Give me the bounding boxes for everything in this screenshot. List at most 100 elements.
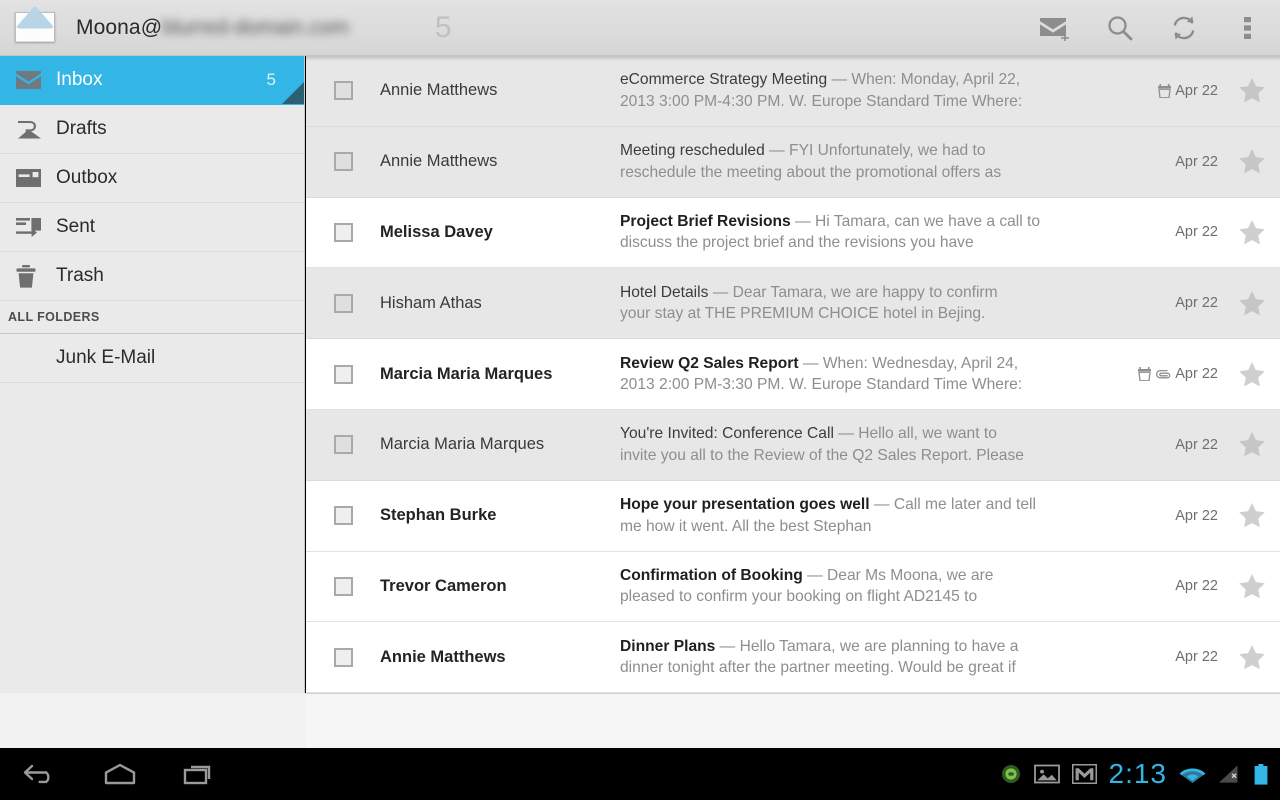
message-subject-line: You're Invited: Conference Call — Hello … [620,423,1092,445]
sidebar-empty-area [0,693,306,748]
star-icon [1239,149,1265,174]
sidebar-item-label: Sent [56,216,96,237]
compose-mail-icon [1040,17,1069,41]
star-icon [1239,78,1265,103]
compose-button[interactable] [1024,0,1088,56]
star-icon [1239,573,1265,599]
table-row[interactable]: Annie Matthews Meeting rescheduled — FYI… [306,126,1280,198]
select-checkbox[interactable] [306,506,380,526]
status-tray[interactable]: 2:13 [1000,760,1280,788]
sidebar-item-drafts[interactable]: Drafts [0,105,304,154]
message-sender: Annie Matthews [380,81,498,100]
message-subject: You're Invited: Conference Call [620,425,834,443]
message-sender: Melissa Davey [380,222,493,241]
message-preview-2: 2013 3:00 PM-4:30 PM. W. Europe Standard… [620,92,1023,110]
star-toggle[interactable] [1224,219,1280,245]
message-body: Hope your presentation goes well — Call … [620,494,1106,537]
refresh-button[interactable] [1152,0,1216,56]
sidebar-item-inbox[interactable]: Inbox 5 [0,56,304,105]
sidebar-item-label: Inbox [56,69,103,90]
message-preview-1: Dear Tamara, we are happy to confirm [732,283,998,301]
subject-separator: — [764,142,790,160]
select-checkbox[interactable] [306,435,380,455]
battery-icon [1254,763,1268,785]
star-icon [1239,432,1265,457]
select-checkbox[interactable] [306,647,380,667]
overflow-menu-button[interactable] [1216,0,1280,56]
star-icon [1239,219,1265,245]
trash-icon [16,264,56,288]
message-subject: Meeting rescheduled [620,142,765,160]
message-subject: Confirmation of Booking [620,566,803,584]
star-toggle[interactable] [1224,573,1280,599]
message-list[interactable]: Annie Matthews eCommerce Strategy Meetin… [306,56,1280,693]
message-preview-1: When: Monday, April 22, [851,71,1021,89]
select-checkbox[interactable] [306,152,380,172]
message-subject: Dinner Plans [620,637,716,655]
back-button[interactable] [0,748,80,800]
message-date: Apr 22 [1175,224,1218,241]
star-toggle[interactable] [1224,432,1280,457]
star-toggle[interactable] [1224,644,1280,670]
search-button[interactable] [1088,0,1152,56]
star-toggle[interactable] [1224,78,1280,103]
table-row[interactable]: Hisham Athas Hotel Details — Dear Tamara… [306,268,1280,340]
table-row[interactable]: Annie Matthews eCommerce Strategy Meetin… [306,56,1280,127]
recents-button[interactable] [160,748,240,800]
list-empty-area [306,693,1280,748]
message-subject: eCommerce Strategy Meeting [620,71,828,89]
sidebar-item-sent[interactable]: Sent [0,203,304,252]
subject-separator: — [798,354,823,372]
message-subject-line: Hotel Details — Dear Tamara, we are happ… [620,282,1092,304]
message-body: Review Q2 Sales Report — When: Wednesday… [620,353,1106,396]
gmail-icon [1071,764,1097,784]
account-title[interactable]: Moona@ blurred-domain.com [76,16,349,40]
message-sender: Annie Matthews [380,152,498,171]
message-preview-1: Call me later and tell [893,496,1036,514]
screenshot-image-icon [1033,764,1060,784]
action-bar-buttons [1024,0,1280,56]
table-row[interactable]: Annie Matthews Dinner Plans — Hello Tama… [306,622,1280,693]
sidebar-item-label: Drafts [56,118,107,139]
table-row[interactable]: Trevor Cameron Confirmation of Booking —… [306,551,1280,623]
email-app-screen: Moona@ blurred-domain.com 5 Inbox 5 Draf… [0,0,1280,800]
message-sender: Stephan Burke [380,506,497,525]
select-checkbox[interactable] [306,576,380,596]
message-date: Apr 22 [1175,649,1218,666]
select-checkbox[interactable] [306,81,380,101]
message-preview-2: invite you all to the Review of the Q2 S… [620,446,1024,464]
sidebar-item-outbox[interactable]: Outbox [0,154,304,203]
message-preview-2: reschedule the meeting about the promoti… [620,163,1002,181]
message-subject-line: Project Brief Revisions — Hi Tamara, can… [620,211,1092,233]
table-row[interactable]: Marcia Maria Marques You're Invited: Con… [306,409,1280,481]
table-row[interactable]: Melissa Davey Project Brief Revisions — … [306,197,1280,269]
message-meta: Apr 22 [1106,508,1224,524]
star-toggle[interactable] [1224,361,1280,387]
outbox-icon [16,169,56,187]
message-date: Apr 22 [1175,436,1218,453]
sidebar-item-label: Junk E-Mail [56,347,156,368]
star-toggle[interactable] [1224,149,1280,174]
home-button[interactable] [80,748,160,800]
message-meta: Apr 22 [1106,154,1224,170]
select-checkbox[interactable] [306,293,380,313]
table-row[interactable]: Marcia Maria Marques Review Q2 Sales Rep… [306,339,1280,410]
message-date: Apr 22 [1175,507,1218,524]
select-checkbox[interactable] [306,364,380,384]
message-subject-line: Meeting rescheduled — FYI Unfortunately,… [620,140,1092,162]
envelope-icon [12,5,58,51]
unread-count-badge: 5 [434,10,452,44]
all-folders-section-header: ALL FOLDERS [0,301,304,334]
table-row[interactable]: Stephan Burke Hope your presentation goe… [306,480,1280,552]
message-sender: Hisham Athas [380,293,482,312]
message-body: Hotel Details — Dear Tamara, we are happ… [620,282,1106,325]
star-toggle[interactable] [1224,503,1280,528]
sidebar-item-trash[interactable]: Trash [0,252,304,301]
sidebar-item-junk-email[interactable]: Junk E-Mail [0,334,304,383]
message-body: Project Brief Revisions — Hi Tamara, can… [620,211,1106,254]
message-subject: Hotel Details [620,283,709,301]
select-checkbox[interactable] [306,222,380,242]
attachment-icon [1156,369,1171,379]
star-toggle[interactable] [1224,290,1280,316]
message-preview-2: pleased to confirm your booking on fligh… [620,588,978,606]
